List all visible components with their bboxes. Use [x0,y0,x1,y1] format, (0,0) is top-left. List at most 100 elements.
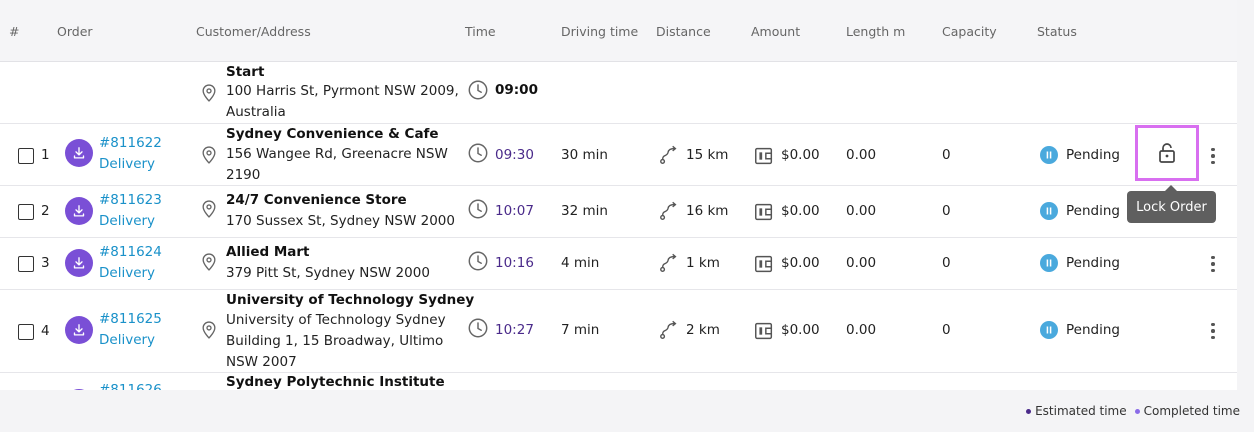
length: 0.00 [846,255,877,271]
legend-estimated: Estimated time [1026,404,1127,418]
pending-status-icon [1040,254,1058,272]
estimated-time: 10:16 [495,255,534,271]
row-checkbox[interactable] [18,148,34,164]
row-index: 3 [41,255,50,271]
clock-icon [467,250,489,272]
row-checkbox[interactable] [18,204,34,220]
amount: $0.00 [781,147,820,163]
route-icon [658,144,680,166]
driving-time: 7 min [561,322,600,338]
driving-time: 4 min [561,255,600,271]
col-status[interactable]: Status [1037,24,1077,39]
amount: $0.00 [781,203,820,219]
table-row[interactable]: 2 #811623 Delivery 24/7 Convenience Stor… [0,186,1237,238]
wallet-icon [753,145,775,167]
amount: $0.00 [781,255,820,271]
row-menu-icon[interactable] [1203,253,1223,275]
col-number: # [9,24,20,39]
row-checkbox[interactable] [18,256,34,272]
delivery-download-icon [65,139,93,167]
length: 0.00 [846,322,877,338]
col-customer[interactable]: Customer/Address [196,24,311,39]
row-index: 4 [41,323,50,339]
table-row[interactable]: #811626 Sydney Polytechnic Institute [0,373,1237,390]
row-menu-icon[interactable] [1203,145,1223,167]
wallet-icon [753,201,775,223]
route-icon [658,252,680,274]
start-row: Start 100 Harris St, Pyrmont NSW 2009, A… [0,62,1237,124]
col-capacity[interactable]: Capacity [942,24,997,39]
scrollbar[interactable] [1237,0,1254,390]
customer-name: University of Technology Sydney [226,292,475,308]
distance: 2 km [686,322,720,338]
distance: 15 km [686,147,729,163]
col-length[interactable]: Length m [846,24,905,39]
start-address: 100 Harris St, Pyrmont NSW 2009, Austral… [226,83,459,120]
table-row[interactable]: 4 #811625 Delivery University of Technol… [0,290,1237,373]
order-link[interactable]: #811626 [99,380,162,390]
estimated-dot-icon [1026,409,1032,414]
clock-icon [467,79,489,101]
order-link[interactable]: #811624 Delivery [99,242,162,284]
lock-order-button[interactable] [1135,125,1199,181]
order-link[interactable]: #811622 Delivery [99,133,162,175]
clock-icon [467,142,489,164]
status-label: Pending [1066,147,1120,163]
lock-order-tooltip: Lock Order [1127,185,1216,223]
length: 0.00 [846,147,877,163]
col-driving-time[interactable]: Driving time [561,24,638,39]
location-pin-icon [199,82,219,104]
customer-address: University of Technology Sydney Building… [226,312,446,370]
distance: 1 km [686,255,720,271]
col-amount[interactable]: Amount [751,24,800,39]
status-label: Pending [1066,255,1120,271]
customer-name: Allied Mart [226,244,310,260]
pending-status-icon [1040,321,1058,339]
capacity: 0 [942,322,951,338]
start-label: Start [226,64,265,80]
wallet-icon [753,320,775,342]
capacity: 0 [942,255,951,271]
pending-status-icon [1040,146,1058,164]
start-time: 09:00 [495,82,538,98]
table-row[interactable]: 3 #811624 Delivery Allied Mart 379 Pitt … [0,238,1237,290]
legend-completed: Completed time [1134,404,1240,418]
customer-name: 24/7 Convenience Store [226,192,407,208]
col-time[interactable]: Time [465,24,496,39]
delivery-download-icon [65,249,93,277]
col-order[interactable]: Order [57,24,93,39]
delivery-download-icon [65,389,93,390]
route-icon [658,319,680,341]
table-row[interactable]: 1 #811622 Delivery Sydney Convenience & … [0,124,1237,186]
clock-icon [467,198,489,220]
driving-time: 30 min [561,147,608,163]
distance: 16 km [686,203,729,219]
lock-icon [1155,141,1179,165]
status-label: Pending [1066,322,1120,338]
row-index: 2 [41,203,50,219]
location-pin-icon [199,251,219,273]
customer-address: 156 Wangee Rd, Greenacre NSW 2190 [226,146,448,183]
customer-name: Sydney Polytechnic Institute [226,374,445,390]
driving-time: 32 min [561,203,608,219]
customer-name: Sydney Convenience & Cafe [226,126,439,142]
order-link[interactable]: #811625 Delivery [99,309,162,351]
table-header: # Order Customer/Address Time Driving ti… [0,0,1237,62]
pending-status-icon [1040,202,1058,220]
row-menu-icon[interactable] [1203,320,1223,342]
location-pin-icon [199,198,219,220]
customer-address: 170 Sussex St, Sydney NSW 2000 [226,213,455,229]
orders-table: # Order Customer/Address Time Driving ti… [0,0,1237,390]
order-link[interactable]: #811623 Delivery [99,190,162,232]
col-distance[interactable]: Distance [656,24,711,39]
location-pin-icon [199,319,219,341]
location-pin-icon [199,144,219,166]
estimated-time: 09:30 [495,147,534,163]
completed-dot-icon [1134,409,1140,414]
delivery-download-icon [65,197,93,225]
capacity: 0 [942,147,951,163]
status-label: Pending [1066,203,1120,219]
row-checkbox[interactable] [18,324,34,340]
route-icon [658,200,680,222]
clock-icon [467,317,489,339]
